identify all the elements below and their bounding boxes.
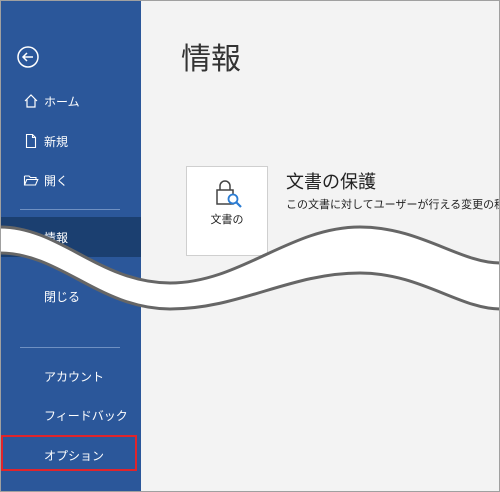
home-icon	[20, 93, 42, 109]
open-folder-icon	[20, 172, 42, 188]
nav-open[interactable]: 開く	[0, 160, 141, 200]
nav-open-label: 開く	[44, 173, 69, 188]
nav-options-label: オプション	[44, 448, 105, 463]
backstage-sidebar: ホーム 新規 開く 情報 閉じる アカウント フィードバック オプション	[0, 0, 141, 492]
nav-new[interactable]: 新規	[0, 121, 141, 161]
new-document-icon	[20, 133, 42, 149]
info-page: 情報 文書の 文書の保護 この文書に対してユーザーが行える変更の種類	[141, 0, 500, 492]
nav-new-label: 新規	[44, 134, 69, 149]
protect-description: この文書に対してユーザーが行える変更の種類	[286, 198, 500, 211]
back-arrow-icon	[17, 46, 39, 68]
nav-home-label: ホーム	[44, 94, 80, 109]
back-button[interactable]	[16, 45, 40, 69]
nav-close-label: 閉じる	[44, 289, 81, 304]
lock-search-icon	[216, 180, 242, 208]
sidebar-divider	[20, 347, 120, 348]
nav-account-label: アカウント	[44, 369, 105, 384]
nav-close[interactable]: 閉じる	[0, 276, 141, 316]
nav-home[interactable]: ホーム	[0, 81, 141, 121]
protect-document-button[interactable]: 文書の	[186, 166, 268, 256]
page-title: 情報	[181, 42, 241, 77]
nav-info-label: 情報	[44, 230, 69, 245]
nav-options[interactable]: オプション	[0, 435, 141, 475]
nav-info[interactable]: 情報	[0, 217, 141, 257]
nav-account[interactable]: アカウント	[0, 356, 141, 396]
nav-feedback-label: フィードバック	[44, 408, 128, 423]
sidebar-divider	[20, 209, 120, 210]
protect-tile-label: 文書の	[210, 213, 244, 226]
protect-heading: 文書の保護	[286, 172, 376, 193]
nav-feedback[interactable]: フィードバック	[0, 395, 141, 435]
